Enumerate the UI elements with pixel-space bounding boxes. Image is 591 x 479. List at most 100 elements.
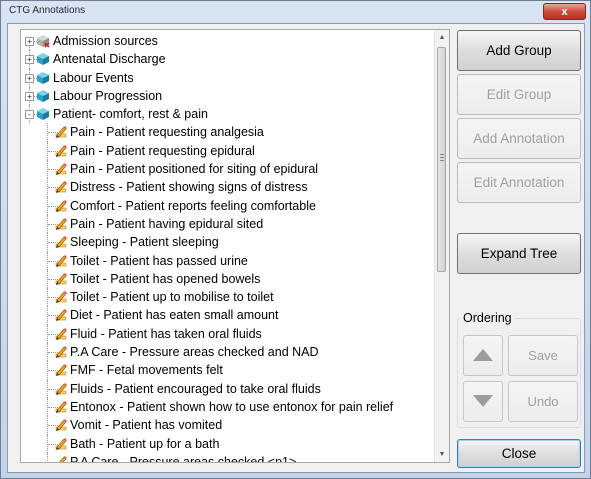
scroll-up-arrow-icon[interactable]: ▲ <box>435 30 449 45</box>
pencil-icon <box>54 125 68 139</box>
book-icon <box>36 71 50 85</box>
tree-group-label: Antenatal Discharge <box>53 52 166 67</box>
collapse-icon[interactable]: - <box>25 110 34 120</box>
pencil-icon <box>54 180 68 194</box>
tree-annotation-label: P.A Care - Pressure areas checked and NA… <box>70 345 319 360</box>
add-annotation-button[interactable]: Add Annotation <box>457 118 581 159</box>
tree-annotation-label: Bath - Patient up for a bath <box>70 436 220 451</box>
tree-annotation-item[interactable]: Pain - Patient having epidural sited <box>21 214 435 234</box>
tree-annotation-item[interactable]: Comfort - Patient reports feeling comfor… <box>21 196 435 215</box>
tree-annotation-item[interactable]: Pain - Patient positioned for siting of … <box>21 160 435 179</box>
tree-annotation-label: Entonox - Patient shown how to use enton… <box>70 399 394 414</box>
tree-annotation-item[interactable]: Pain - Patient requesting epidural <box>21 141 435 161</box>
triangle-up-icon <box>473 349 493 361</box>
pencil-icon <box>54 327 68 341</box>
pencil-icon <box>54 345 68 359</box>
ordering-group: Save Undo <box>457 318 581 428</box>
pencil-icon <box>54 400 68 414</box>
tree-annotation-label: Fluid - Patient has taken oral fluids <box>70 326 262 341</box>
book-icon <box>36 107 50 121</box>
tree-annotation-label: Vomit - Patient has vomited <box>70 418 223 433</box>
move-up-button[interactable] <box>463 335 503 376</box>
tree-annotation-item[interactable]: Sleeping - Patient sleeping <box>21 233 435 252</box>
undo-order-button[interactable]: Undo <box>508 381 578 422</box>
tree-vertical-scrollbar[interactable]: ▲ ▼ <box>434 30 449 462</box>
tree-annotation-label: Sleeping - Patient sleeping <box>70 235 219 250</box>
edit-group-button[interactable]: Edit Group <box>457 74 581 115</box>
tree-group-label: Admission sources <box>53 34 158 48</box>
tree-annotation-label: Pain - Patient positioned for siting of … <box>70 162 319 177</box>
expand-icon[interactable]: + <box>25 55 34 65</box>
triangle-down-icon <box>473 395 493 407</box>
pencil-icon <box>54 437 68 451</box>
expand-icon[interactable]: + <box>25 73 34 83</box>
tree-group-item[interactable]: + Antenatal Discharge <box>21 50 435 69</box>
tree-annotation-item[interactable]: Distress - Patient showing signs of dist… <box>21 178 435 197</box>
tree-annotation-label: Pain - Patient requesting epidural <box>70 143 255 158</box>
expand-tree-button[interactable]: Expand Tree <box>457 233 581 274</box>
book-icon <box>36 52 50 66</box>
tree-group-item[interactable]: + Admission sources <box>21 32 435 51</box>
tree-annotation-label: Toilet - Patient up to mobilise to toile… <box>70 290 274 305</box>
pencil-icon <box>54 235 68 249</box>
dialog-body: + Admission sources + Antenatal Discharge + L… <box>7 23 585 473</box>
tree-annotation-item[interactable]: Diet - Patient has eaten small amount <box>21 306 435 325</box>
tree-annotation-item[interactable]: Toilet - Patient up to mobilise to toile… <box>21 288 435 307</box>
tree-annotation-label: P.A Care - Pressure areas checked <p1> <box>70 454 297 463</box>
disabled-group-icon <box>36 34 50 48</box>
tree-annotation-label: Pain - Patient requesting analgesia <box>70 125 264 140</box>
tree-group-item[interactable]: - Patient- comfort, rest & pain <box>21 105 435 124</box>
tree-annotation-item[interactable]: P.A Care - Pressure areas checked <p1> <box>21 452 435 463</box>
ordering-label: Ordering <box>460 311 515 325</box>
pencil-icon <box>54 363 68 377</box>
pencil-icon <box>54 199 68 213</box>
edit-annotation-button[interactable]: Edit Annotation <box>457 162 581 203</box>
scroll-thumb[interactable] <box>437 47 446 272</box>
scroll-down-arrow-icon[interactable]: ▼ <box>435 447 449 462</box>
save-order-button[interactable]: Save <box>508 335 578 376</box>
tree-group-label: Labour Progression <box>53 88 163 103</box>
pencil-icon <box>54 162 68 176</box>
pencil-icon <box>54 418 68 432</box>
pencil-icon <box>54 308 68 322</box>
book-icon <box>36 89 50 103</box>
tree-annotation-item[interactable]: Toilet - Patient has opened bowels <box>21 269 435 289</box>
pencil-icon <box>54 290 68 304</box>
tree-annotation-item[interactable]: Fluids - Patient encouraged to take oral… <box>21 379 435 398</box>
tree-group-label: Patient- comfort, rest & pain <box>53 107 208 122</box>
window-close-button[interactable]: x <box>543 3 586 20</box>
tree-annotation-item[interactable]: Pain - Patient requesting analgesia <box>21 123 435 142</box>
pencil-icon <box>54 382 68 396</box>
annotation-tree[interactable]: + Admission sources + Antenatal Discharge + L… <box>20 29 450 463</box>
window-title: CTG Annotations <box>9 5 86 16</box>
tree-rows: + Admission sources + Antenatal Discharge + L… <box>21 32 435 463</box>
tree-annotation-label: Diet - Patient has eaten small amount <box>70 308 279 323</box>
tree-annotation-label: Pain - Patient having epidural sited <box>70 216 264 231</box>
tree-annotation-label: FMF - Fetal movements felt <box>70 363 223 378</box>
title-bar[interactable]: CTG Annotations x <box>1 1 590 23</box>
tree-annotation-item[interactable]: Toilet - Patient has passed urine <box>21 251 435 270</box>
tree-annotation-item[interactable]: Vomit - Patient has vomited <box>21 416 435 435</box>
tree-group-item[interactable]: + Labour Events <box>21 68 435 87</box>
tree-annotation-label: Fluids - Patient encouraged to take oral… <box>70 381 321 396</box>
add-group-button[interactable]: Add Group <box>457 30 581 71</box>
tree-annotation-label: Toilet - Patient has passed urine <box>70 253 248 268</box>
tree-group-label: Labour Events <box>53 70 134 85</box>
expand-icon[interactable]: + <box>25 91 34 101</box>
pencil-icon <box>54 254 68 268</box>
tree-annotation-item[interactable]: FMF - Fetal movements felt <box>21 361 435 380</box>
tree-group-item[interactable]: + Labour Progression <box>21 86 435 106</box>
close-button[interactable]: Close <box>457 439 581 468</box>
tree-annotation-item[interactable]: Bath - Patient up for a bath <box>21 434 435 453</box>
expand-icon[interactable]: + <box>25 37 34 46</box>
ctg-annotations-window: CTG Annotations x + Admission sources + Ant… <box>0 0 591 479</box>
tree-annotation-item[interactable]: Fluid - Patient has taken oral fluids <box>21 324 435 344</box>
pencil-icon <box>54 144 68 158</box>
tree-annotation-item[interactable]: Entonox - Patient shown how to use enton… <box>21 397 435 417</box>
tree-annotation-item[interactable]: P.A Care - Pressure areas checked and NA… <box>21 343 435 362</box>
tree-annotation-label: Distress - Patient showing signs of dist… <box>70 180 308 195</box>
pencil-icon <box>54 217 68 231</box>
move-down-button[interactable] <box>463 381 503 422</box>
tree-annotation-label: Comfort - Patient reports feeling comfor… <box>70 198 316 213</box>
pencil-icon <box>54 272 68 286</box>
